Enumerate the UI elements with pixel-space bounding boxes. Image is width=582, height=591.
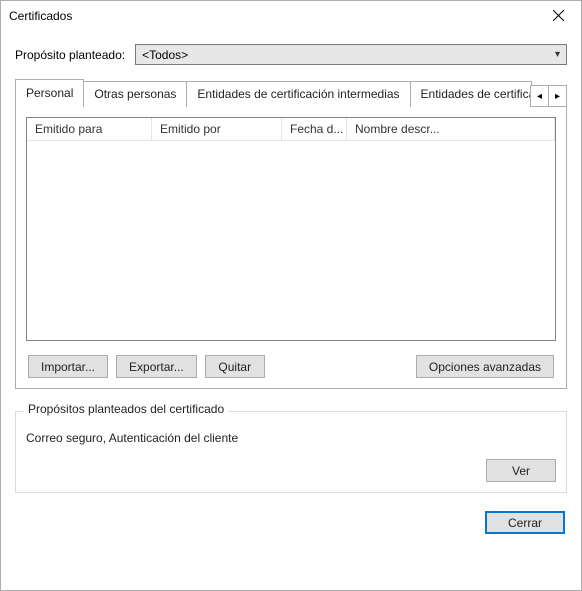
list-header: Emitido para Emitido por Fecha d... Nomb… bbox=[27, 118, 555, 141]
tab-other-people[interactable]: Otras personas bbox=[83, 81, 187, 107]
button-label: Cerrar bbox=[508, 516, 542, 530]
titlebar: Certificados bbox=[1, 1, 581, 30]
tab-trusted-root-ca[interactable]: Entidades de certificac bbox=[410, 81, 532, 107]
chevron-down-icon: ▾ bbox=[555, 49, 560, 60]
intended-purpose-row: Propósito planteado: <Todos> ▾ bbox=[15, 44, 567, 65]
tab-scroll-right-button[interactable]: ▸ bbox=[548, 85, 567, 107]
column-issued-by[interactable]: Emitido por bbox=[152, 118, 282, 140]
close-window-button[interactable] bbox=[536, 1, 581, 30]
export-button[interactable]: Exportar... bbox=[116, 355, 197, 378]
tab-scroll: ◂ ▸ bbox=[531, 85, 567, 107]
view-button[interactable]: Ver bbox=[486, 459, 556, 482]
tab-scroll-left-button[interactable]: ◂ bbox=[530, 85, 549, 107]
close-button[interactable]: Cerrar bbox=[485, 511, 565, 534]
column-expiration-date[interactable]: Fecha d... bbox=[282, 118, 347, 140]
chevron-left-icon: ◂ bbox=[537, 91, 542, 102]
certificate-purposes-group: Propósitos planteados del certificado Co… bbox=[15, 411, 567, 493]
chevron-right-icon: ▸ bbox=[555, 91, 560, 102]
window-title: Certificados bbox=[1, 9, 72, 23]
import-button[interactable]: Importar... bbox=[28, 355, 108, 378]
column-friendly-name[interactable]: Nombre descr... bbox=[347, 118, 555, 140]
close-icon bbox=[553, 10, 564, 21]
group-title: Propósitos planteados del certificado bbox=[24, 402, 228, 416]
intended-purpose-label: Propósito planteado: bbox=[15, 48, 125, 62]
tab-label: Entidades de certificación intermedias bbox=[197, 87, 399, 101]
button-label: Opciones avanzadas bbox=[429, 360, 541, 374]
client-area: Propósito planteado: <Todos> ▾ Personal … bbox=[1, 30, 581, 590]
tab-pane: Emitido para Emitido por Fecha d... Nomb… bbox=[15, 106, 567, 389]
view-row: Ver bbox=[26, 459, 556, 482]
remove-button[interactable]: Quitar bbox=[205, 355, 265, 378]
tab-label: Personal bbox=[26, 86, 73, 100]
tab-personal[interactable]: Personal bbox=[15, 79, 84, 107]
intended-purpose-value: <Todos> bbox=[142, 48, 188, 62]
tab-label: Entidades de certificac bbox=[421, 87, 532, 101]
certificate-purposes-text: Correo seguro, Autenticación del cliente bbox=[26, 431, 556, 445]
advanced-options-button[interactable]: Opciones avanzadas bbox=[416, 355, 554, 378]
intended-purpose-combo[interactable]: <Todos> ▾ bbox=[135, 44, 567, 65]
certificate-list[interactable]: Emitido para Emitido por Fecha d... Nomb… bbox=[26, 117, 556, 341]
tabstrip: Personal Otras personas Entidades de cer… bbox=[15, 79, 567, 107]
certificates-dialog: Certificados Propósito planteado: <Todos… bbox=[0, 0, 582, 591]
list-action-row: Importar... Exportar... Quitar Opciones … bbox=[26, 355, 556, 378]
dialog-footer: Cerrar bbox=[15, 511, 567, 534]
column-issued-to[interactable]: Emitido para bbox=[27, 118, 152, 140]
button-label: Quitar bbox=[218, 360, 251, 374]
button-label: Ver bbox=[512, 464, 530, 478]
button-label: Exportar... bbox=[129, 360, 184, 374]
tab-label: Otras personas bbox=[94, 87, 176, 101]
tab-intermediate-ca[interactable]: Entidades de certificación intermedias bbox=[186, 81, 410, 107]
button-label: Importar... bbox=[41, 360, 95, 374]
